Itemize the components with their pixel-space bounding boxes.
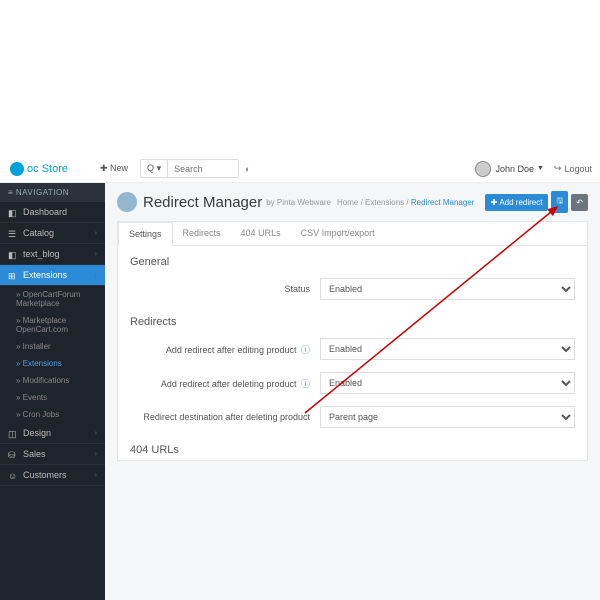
extensions-icon: ⊞	[8, 271, 17, 280]
sidebar-sub-events[interactable]: » Events	[0, 389, 105, 406]
page-subtitle: by Pinta Webware	[266, 198, 331, 207]
logout-icon: ↪	[554, 163, 562, 174]
chevron-right-icon: ›	[95, 251, 97, 258]
add-delete-select[interactable]: Enabled	[320, 372, 575, 394]
breadcrumb-extensions[interactable]: Extensions	[365, 198, 404, 207]
back-button[interactable]: ↶	[571, 194, 588, 211]
add-delete-label: Add redirect after deleting product ⓘ	[130, 377, 320, 390]
chevron-right-icon: ›	[95, 472, 97, 479]
page-header: Redirect Manager by Pinta Webware Home /…	[105, 183, 600, 221]
breadcrumb: Home / Extensions / Redirect Manager	[337, 198, 474, 207]
sidebar-item-dashboard[interactable]: ◧Dashboard	[0, 202, 105, 223]
back-icon: ↶	[576, 198, 583, 207]
chevron-right-icon: ›	[95, 430, 97, 437]
dest-select[interactable]: Parent page	[320, 406, 575, 428]
status-select[interactable]: Enabled	[320, 278, 575, 300]
sidebar-sub-modifications[interactable]: » Modifications	[0, 372, 105, 389]
nav-heading: ≡ NAVIGATION	[0, 183, 105, 202]
chevron-right-icon: ›	[95, 451, 97, 458]
page-title: Redirect Manager	[143, 194, 262, 211]
design-icon: ◫	[8, 429, 17, 438]
sales-icon: ⛁	[8, 450, 17, 459]
logout-button[interactable]: ↪ Logout	[550, 163, 596, 174]
sidebar-sub-extensions[interactable]: » Extensions	[0, 355, 105, 372]
section-404: 404 URLs	[118, 434, 587, 460]
user-menu[interactable]: John Doe ▼	[469, 161, 549, 177]
main-content: Redirect Manager by Pinta Webware Home /…	[105, 183, 600, 600]
blog-icon: ◧	[8, 250, 17, 259]
redirect-icon	[117, 192, 137, 212]
tab-settings[interactable]: Settings	[118, 222, 173, 246]
dest-label: Redirect destination after deleting prod…	[130, 412, 320, 422]
info-icon[interactable]: ⓘ	[301, 345, 310, 355]
new-button[interactable]: ✚ New	[94, 160, 134, 177]
loading-icon: ◐	[245, 164, 250, 174]
search-group: Q ▾	[140, 159, 239, 178]
sidebar-sub-installer[interactable]: » Installer	[0, 338, 105, 355]
chevron-right-icon: ›	[95, 272, 97, 279]
brand-text: oc Store	[27, 163, 68, 175]
brand-badge-icon	[10, 162, 24, 176]
user-name: John Doe	[495, 164, 534, 174]
sidebar-item-extensions[interactable]: ⊞Extensions›	[0, 265, 105, 286]
section-redirects: Redirects	[118, 306, 587, 332]
add-redirect-button[interactable]: ✚ Add redirect	[485, 194, 549, 211]
sidebar-sub-cron[interactable]: » Cron Jobs	[0, 406, 105, 423]
brand-logo[interactable]: oc Store	[4, 162, 74, 176]
dashboard-icon: ◧	[8, 208, 17, 217]
search-scope-button[interactable]: Q ▾	[141, 160, 168, 177]
breadcrumb-current: Redirect Manager	[411, 198, 475, 207]
sidebar-sub-ocforum[interactable]: » OpenCartForum Marketplace	[0, 286, 105, 312]
section-general: General	[118, 246, 587, 272]
tabs: Settings Redirects 404 URLs CSV Import/e…	[118, 222, 587, 246]
customers-icon: ☺	[8, 471, 17, 480]
settings-panel: Settings Redirects 404 URLs CSV Import/e…	[117, 221, 588, 461]
tab-404[interactable]: 404 URLs	[231, 222, 291, 245]
chevron-right-icon: ›	[95, 230, 97, 237]
save-button[interactable]: 🖫	[551, 191, 568, 213]
sidebar-item-customers[interactable]: ☺Customers›	[0, 465, 105, 486]
sidebar-item-textblog[interactable]: ◧text_blog›	[0, 244, 105, 265]
add-edit-label: Add redirect after editing product ⓘ	[130, 343, 320, 356]
status-label: Status	[130, 284, 320, 294]
breadcrumb-home[interactable]: Home	[337, 198, 358, 207]
add-edit-select[interactable]: Enabled	[320, 338, 575, 360]
save-icon: 🖫	[556, 195, 563, 209]
top-bar: oc Store ✚ New Q ▾ ◐ John Doe ▼ ↪ Logout	[0, 155, 600, 183]
info-icon[interactable]: ⓘ	[301, 379, 310, 389]
avatar-icon	[475, 161, 491, 177]
catalog-icon: ☰	[8, 229, 17, 238]
sidebar-sub-marketplace[interactable]: » Marketplace OpenCart.com	[0, 312, 105, 338]
sidebar-item-catalog[interactable]: ☰Catalog›	[0, 223, 105, 244]
tab-csv[interactable]: CSV Import/export	[291, 222, 385, 245]
sidebar-item-design[interactable]: ◫Design›	[0, 423, 105, 444]
sidebar: ≡ NAVIGATION ◧Dashboard ☰Catalog› ◧text_…	[0, 183, 105, 600]
tab-redirects[interactable]: Redirects	[173, 222, 231, 245]
sidebar-item-sales[interactable]: ⛁Sales›	[0, 444, 105, 465]
search-input[interactable]	[168, 161, 238, 177]
